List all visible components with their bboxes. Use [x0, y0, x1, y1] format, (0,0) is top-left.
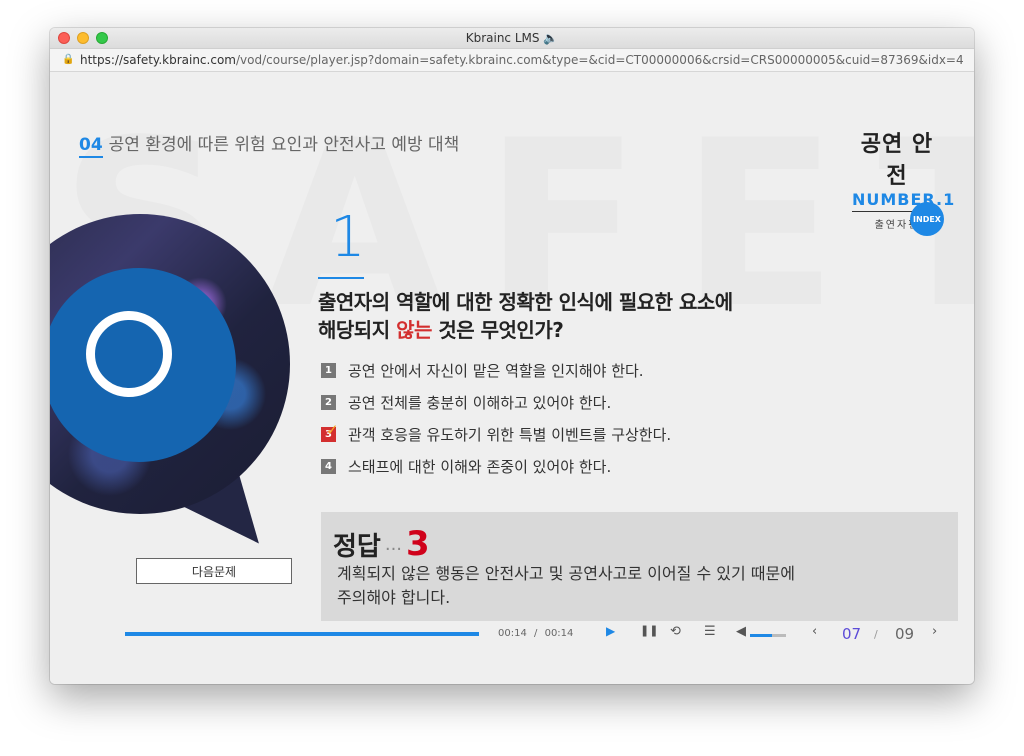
window-title: Kbrainc LMS 🔈	[465, 31, 559, 45]
o-mark-icon	[86, 311, 172, 397]
answer-label: 정답	[333, 532, 381, 562]
address-bar[interactable]: 🔒 https://safety.kbrainc.com/vod/course/…	[50, 49, 974, 72]
answer-heading: 정답 ··· 3	[333, 524, 430, 564]
option-text: 관객 호응을 유도하기 위한 특별 이벤트를 구상한다.	[348, 425, 672, 444]
url-text[interactable]: https://safety.kbrainc.com/vod/course/pl…	[80, 53, 970, 67]
explanation-line-2: 주의해야 합니다.	[337, 588, 451, 607]
next-question-button[interactable]: 다음문제	[136, 558, 292, 584]
question-line-2-pre: 해당되지	[318, 318, 397, 342]
lock-icon: 🔒	[62, 54, 75, 65]
lesson-content: SAFETY 04공연 환경에 따른 위험 요인과 안전사고 예방 대책 공연 …	[50, 72, 974, 684]
repeat-icon[interactable]: ⟲	[670, 624, 681, 639]
pause-icon[interactable]: ❚❚	[640, 624, 658, 637]
page-separator: /	[874, 628, 878, 641]
question-line-2: 해당되지 않는 것은 무엇인가?	[318, 316, 733, 344]
current-time: 00:14	[498, 628, 527, 639]
title-bar: Kbrainc LMS 🔈	[50, 28, 974, 49]
question-emphasis: 않는	[396, 318, 432, 342]
checkmark-icon: ✓	[326, 420, 339, 439]
chapter-title: 공연 환경에 따른 위험 요인과 안전사고 예방 대책	[108, 135, 460, 155]
question-line-2-post: 것은 무엇인가?	[431, 318, 564, 342]
question-number-underline	[318, 277, 364, 279]
time-separator: /	[534, 628, 538, 639]
answer-panel: 정답 ··· 3 계획되지 않은 행동은 안전사고 및 공연사고로 이어질 수 있기…	[321, 512, 958, 621]
list-icon[interactable]: ☰	[704, 624, 716, 639]
play-icon[interactable]: ▶	[606, 624, 615, 638]
option-text: 스태프에 대한 이해와 존중이 있어야 한다.	[348, 457, 612, 476]
option-4[interactable]: 4 스태프에 대한 이해와 존중이 있어야 한다.	[321, 450, 671, 482]
option-1[interactable]: 1 공연 안에서 자신이 맡은 역할을 인지해야 한다.	[321, 354, 671, 386]
chevron-left-icon[interactable]: ‹	[812, 624, 817, 639]
question-text: 출연자의 역할에 대한 정확한 인식에 필요한 요소에 해당되지 않는 것은 무…	[318, 288, 733, 344]
browser-window: Kbrainc LMS 🔈 🔒 https://safety.kbrainc.c…	[50, 28, 974, 684]
answer-number: 3	[406, 524, 430, 564]
progress-bar[interactable]	[125, 632, 479, 636]
volume-icon[interactable]: ◀	[736, 624, 746, 639]
volume-fill	[750, 634, 772, 637]
q-graphic	[50, 214, 290, 570]
option-text: 공연 전체를 충분히 이해하고 있어야 한다.	[348, 393, 612, 412]
answer-options: 1 공연 안에서 자신이 맡은 역할을 인지해야 한다. 2 공연 전체를 충분…	[321, 354, 671, 482]
question-line-1: 출연자의 역할에 대한 정확한 인식에 필요한 요소에	[318, 290, 733, 314]
explanation-line-1: 계획되지 않은 행동은 안전사고 및 공연사고로 이어질 수 있기 때문에	[337, 564, 795, 583]
total-time: 00:14	[544, 628, 574, 639]
volume-slider[interactable]	[750, 634, 786, 637]
option-3[interactable]: 3 ✓ 관객 호응을 유도하기 위한 특별 이벤트를 구상한다.	[321, 418, 671, 450]
index-button[interactable]: INDEX	[910, 202, 944, 236]
option-2[interactable]: 2 공연 전체를 충분히 이해하고 있어야 한다.	[321, 386, 671, 418]
answer-dots: ···	[384, 539, 403, 560]
option-number-badge-checked: 3 ✓	[321, 421, 339, 442]
url-host: https://safety.kbrainc.com	[80, 53, 236, 67]
chapter-heading: 04 공연 환경에 따른 위험 요인과 안전사고 예방 대책	[79, 130, 460, 158]
option-number-badge: 4	[321, 458, 336, 474]
page-current: 07	[842, 625, 862, 643]
url-path: /vod/course/player.jsp?domain=safety.kbr…	[235, 53, 964, 67]
time-display: 00:14 / 00:14	[498, 628, 573, 639]
option-number-badge: 1	[321, 362, 336, 378]
page-total: 09	[895, 625, 915, 643]
chapter-number: 04	[79, 135, 103, 158]
chevron-right-icon[interactable]: ›	[932, 624, 937, 639]
question-number: 1	[330, 205, 366, 270]
progress-fill	[125, 632, 479, 636]
option-text: 공연 안에서 자신이 맡은 역할을 인지해야 한다.	[348, 361, 644, 380]
brand-title: 공연 안전	[860, 132, 934, 189]
answer-explanation: 계획되지 않은 행동은 안전사고 및 공연사고로 이어질 수 있기 때문에 주의…	[337, 562, 795, 610]
option-number-badge: 2	[321, 394, 336, 410]
